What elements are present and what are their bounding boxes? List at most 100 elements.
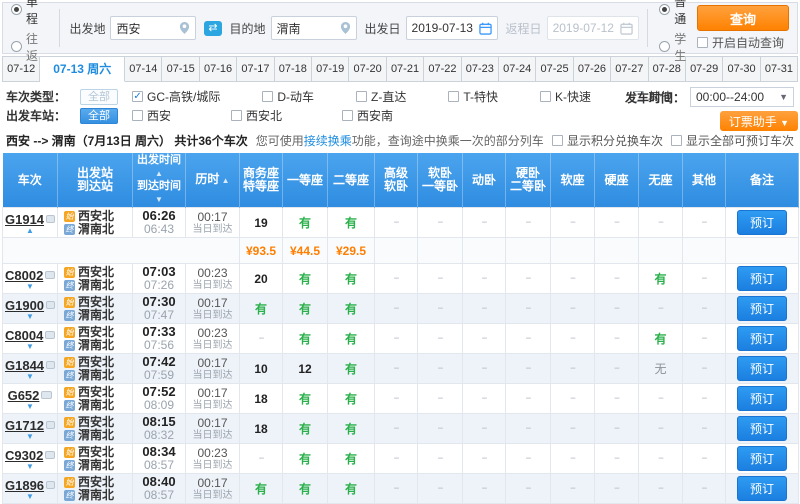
round-trip-radio[interactable]: 往返 bbox=[11, 30, 39, 64]
filter-option[interactable]: 西安 bbox=[132, 107, 171, 124]
book-button[interactable]: 预订 bbox=[736, 266, 787, 291]
filter-option[interactable]: Z-直达 bbox=[356, 88, 406, 105]
filter-option[interactable]: 西安南 bbox=[342, 107, 393, 124]
normal-passenger-radio[interactable]: 普通 bbox=[659, 0, 687, 27]
train-number-link[interactable]: G1844 bbox=[5, 358, 44, 373]
date-tab[interactable]: 07-19 bbox=[312, 56, 350, 82]
checkbox-checked-icon: ✓ bbox=[132, 91, 144, 102]
collapse-row-icon[interactable]: ▲ bbox=[5, 226, 55, 234]
train-number-link[interactable]: G1914 bbox=[5, 212, 44, 227]
duration: 00:17 bbox=[197, 355, 228, 370]
return-date-field: 返程日 2019-07-12 bbox=[506, 16, 639, 40]
date-tab[interactable]: 07-16 bbox=[199, 56, 238, 82]
depart-time: 08:15 bbox=[142, 414, 176, 429]
date-tab[interactable]: 07-25 bbox=[536, 56, 574, 82]
date-tab[interactable]: 07-26 bbox=[573, 56, 612, 82]
return-date-input[interactable]: 2019-07-12 bbox=[546, 16, 639, 40]
filter-option[interactable]: ✓ GC-高铁/城际 bbox=[132, 88, 220, 105]
show-all-checkbox[interactable]: 显示全部可预订车次 bbox=[670, 132, 794, 149]
date-tab[interactable]: 07-27 bbox=[611, 56, 649, 82]
seat-availability: -- bbox=[417, 353, 463, 384]
seat-availability: -- bbox=[594, 293, 639, 324]
book-button[interactable]: 预订 bbox=[736, 446, 787, 471]
column-header[interactable]: 历时 ▲ bbox=[185, 153, 240, 208]
depart-date-input[interactable]: 2019-07-13 bbox=[405, 16, 498, 40]
expand-row-icon[interactable]: ▼ bbox=[5, 462, 55, 470]
expand-row-icon[interactable]: ▼ bbox=[5, 372, 55, 380]
train-number-link[interactable]: G1712 bbox=[5, 418, 44, 433]
date-tab[interactable]: 07-17 bbox=[237, 56, 275, 82]
date-tab[interactable]: 07-29 bbox=[685, 56, 724, 82]
filter-option[interactable]: T-特快 bbox=[448, 88, 498, 105]
train-type-all-button[interactable]: 全部 bbox=[80, 88, 119, 105]
filter-option[interactable]: K-快速 bbox=[540, 88, 591, 105]
book-button[interactable]: 预订 bbox=[736, 326, 787, 351]
date-tab[interactable]: 07-20 bbox=[349, 56, 387, 82]
sort-desc-icon[interactable]: ▼ bbox=[155, 195, 163, 204]
depart-time-select[interactable]: 00:00--24:00 ▼ bbox=[690, 87, 794, 107]
book-button[interactable]: 预订 bbox=[736, 386, 787, 411]
filter-option[interactable]: D-动车 bbox=[262, 88, 314, 105]
date-tab[interactable]: 07-21 bbox=[386, 56, 425, 82]
date-tab[interactable]: 07-13 周六 bbox=[40, 56, 126, 82]
seat-availability: 无 bbox=[638, 353, 683, 384]
depart-station-all-button[interactable]: 全部 bbox=[80, 107, 119, 124]
duration: 00:17 bbox=[197, 209, 228, 224]
booking-assistant-button[interactable]: 订票助手 ▼ bbox=[719, 111, 798, 131]
arrive-time: 08:32 bbox=[143, 428, 175, 442]
book-button[interactable]: 预订 bbox=[736, 356, 787, 381]
expand-row-icon[interactable]: ▼ bbox=[5, 282, 55, 290]
seat-availability: -- bbox=[594, 207, 639, 238]
expand-row-icon[interactable]: ▼ bbox=[5, 492, 55, 500]
transfer-link[interactable]: 接续换乘 bbox=[304, 134, 352, 148]
seat-availability: -- bbox=[505, 293, 551, 324]
one-way-label: 单程 bbox=[26, 0, 39, 26]
book-button[interactable]: 预订 bbox=[736, 416, 787, 441]
date-tab[interactable]: 07-24 bbox=[498, 56, 537, 82]
date-tab[interactable]: 07-14 bbox=[125, 56, 163, 82]
expand-row-icon[interactable]: ▼ bbox=[5, 432, 55, 440]
column-header[interactable]: 出发时间 ▲ 到达时间 ▼ bbox=[132, 153, 186, 208]
train-number-link[interactable]: G1896 bbox=[5, 478, 44, 493]
book-button[interactable]: 预订 bbox=[736, 210, 787, 235]
train-number-link[interactable]: G1900 bbox=[5, 298, 44, 313]
terminal-station-icon: 终 bbox=[64, 429, 75, 441]
duration: 00:17 bbox=[197, 385, 228, 400]
seat-availability: 19 bbox=[239, 207, 283, 238]
date-tab[interactable]: 07-22 bbox=[424, 56, 462, 82]
date-tab[interactable]: 07-18 bbox=[274, 56, 313, 82]
student-passenger-radio[interactable]: 学生 bbox=[659, 30, 687, 64]
date-tab[interactable]: 07-31 bbox=[760, 56, 799, 82]
filter-option[interactable]: 西安北 bbox=[231, 107, 282, 124]
depart-time: 07:52 bbox=[142, 384, 176, 399]
book-button[interactable]: 预订 bbox=[736, 476, 787, 501]
expand-row-icon[interactable]: ▼ bbox=[5, 402, 55, 410]
depart-station-filter-row: 出发车站： 全部 西安 西安北 西安南 bbox=[6, 106, 794, 125]
column-header: 其他 bbox=[682, 153, 726, 208]
sort-asc-icon[interactable]: ▲ bbox=[155, 169, 163, 178]
to-input[interactable]: 渭南 bbox=[270, 16, 357, 40]
seat-availability: -- bbox=[417, 207, 463, 238]
terminal-station-icon: 终 bbox=[64, 369, 75, 381]
train-number-link[interactable]: G652 bbox=[8, 388, 40, 403]
sort-asc-icon[interactable]: ▲ bbox=[219, 176, 230, 185]
date-tab[interactable]: 07-15 bbox=[162, 56, 200, 82]
auto-query-checkbox[interactable]: 开启自动查询 bbox=[697, 34, 784, 51]
date-tab[interactable]: 07-23 bbox=[461, 56, 499, 82]
date-tab[interactable]: 07-30 bbox=[723, 56, 761, 82]
checkbox-icon bbox=[262, 91, 274, 102]
expand-row-icon[interactable]: ▼ bbox=[5, 312, 55, 320]
train-number-link[interactable]: C8004 bbox=[5, 328, 43, 343]
query-button[interactable]: 查询 bbox=[697, 5, 789, 31]
swap-stations-button[interactable]: ⇄ bbox=[204, 20, 222, 36]
one-way-radio[interactable]: 单程 bbox=[11, 0, 39, 27]
show-points-checkbox[interactable]: 显示积分兑换车次 bbox=[551, 132, 663, 149]
expand-row-icon[interactable]: ▼ bbox=[5, 342, 55, 350]
duration: 00:17 bbox=[197, 475, 228, 490]
train-number-link[interactable]: C9302 bbox=[5, 448, 43, 463]
train-number-link[interactable]: C8002 bbox=[5, 268, 43, 283]
from-input[interactable]: 西安 bbox=[110, 16, 197, 40]
arrive-time: 07:59 bbox=[143, 368, 175, 382]
book-button[interactable]: 预订 bbox=[736, 296, 787, 321]
seat-availability: -- bbox=[638, 443, 683, 474]
